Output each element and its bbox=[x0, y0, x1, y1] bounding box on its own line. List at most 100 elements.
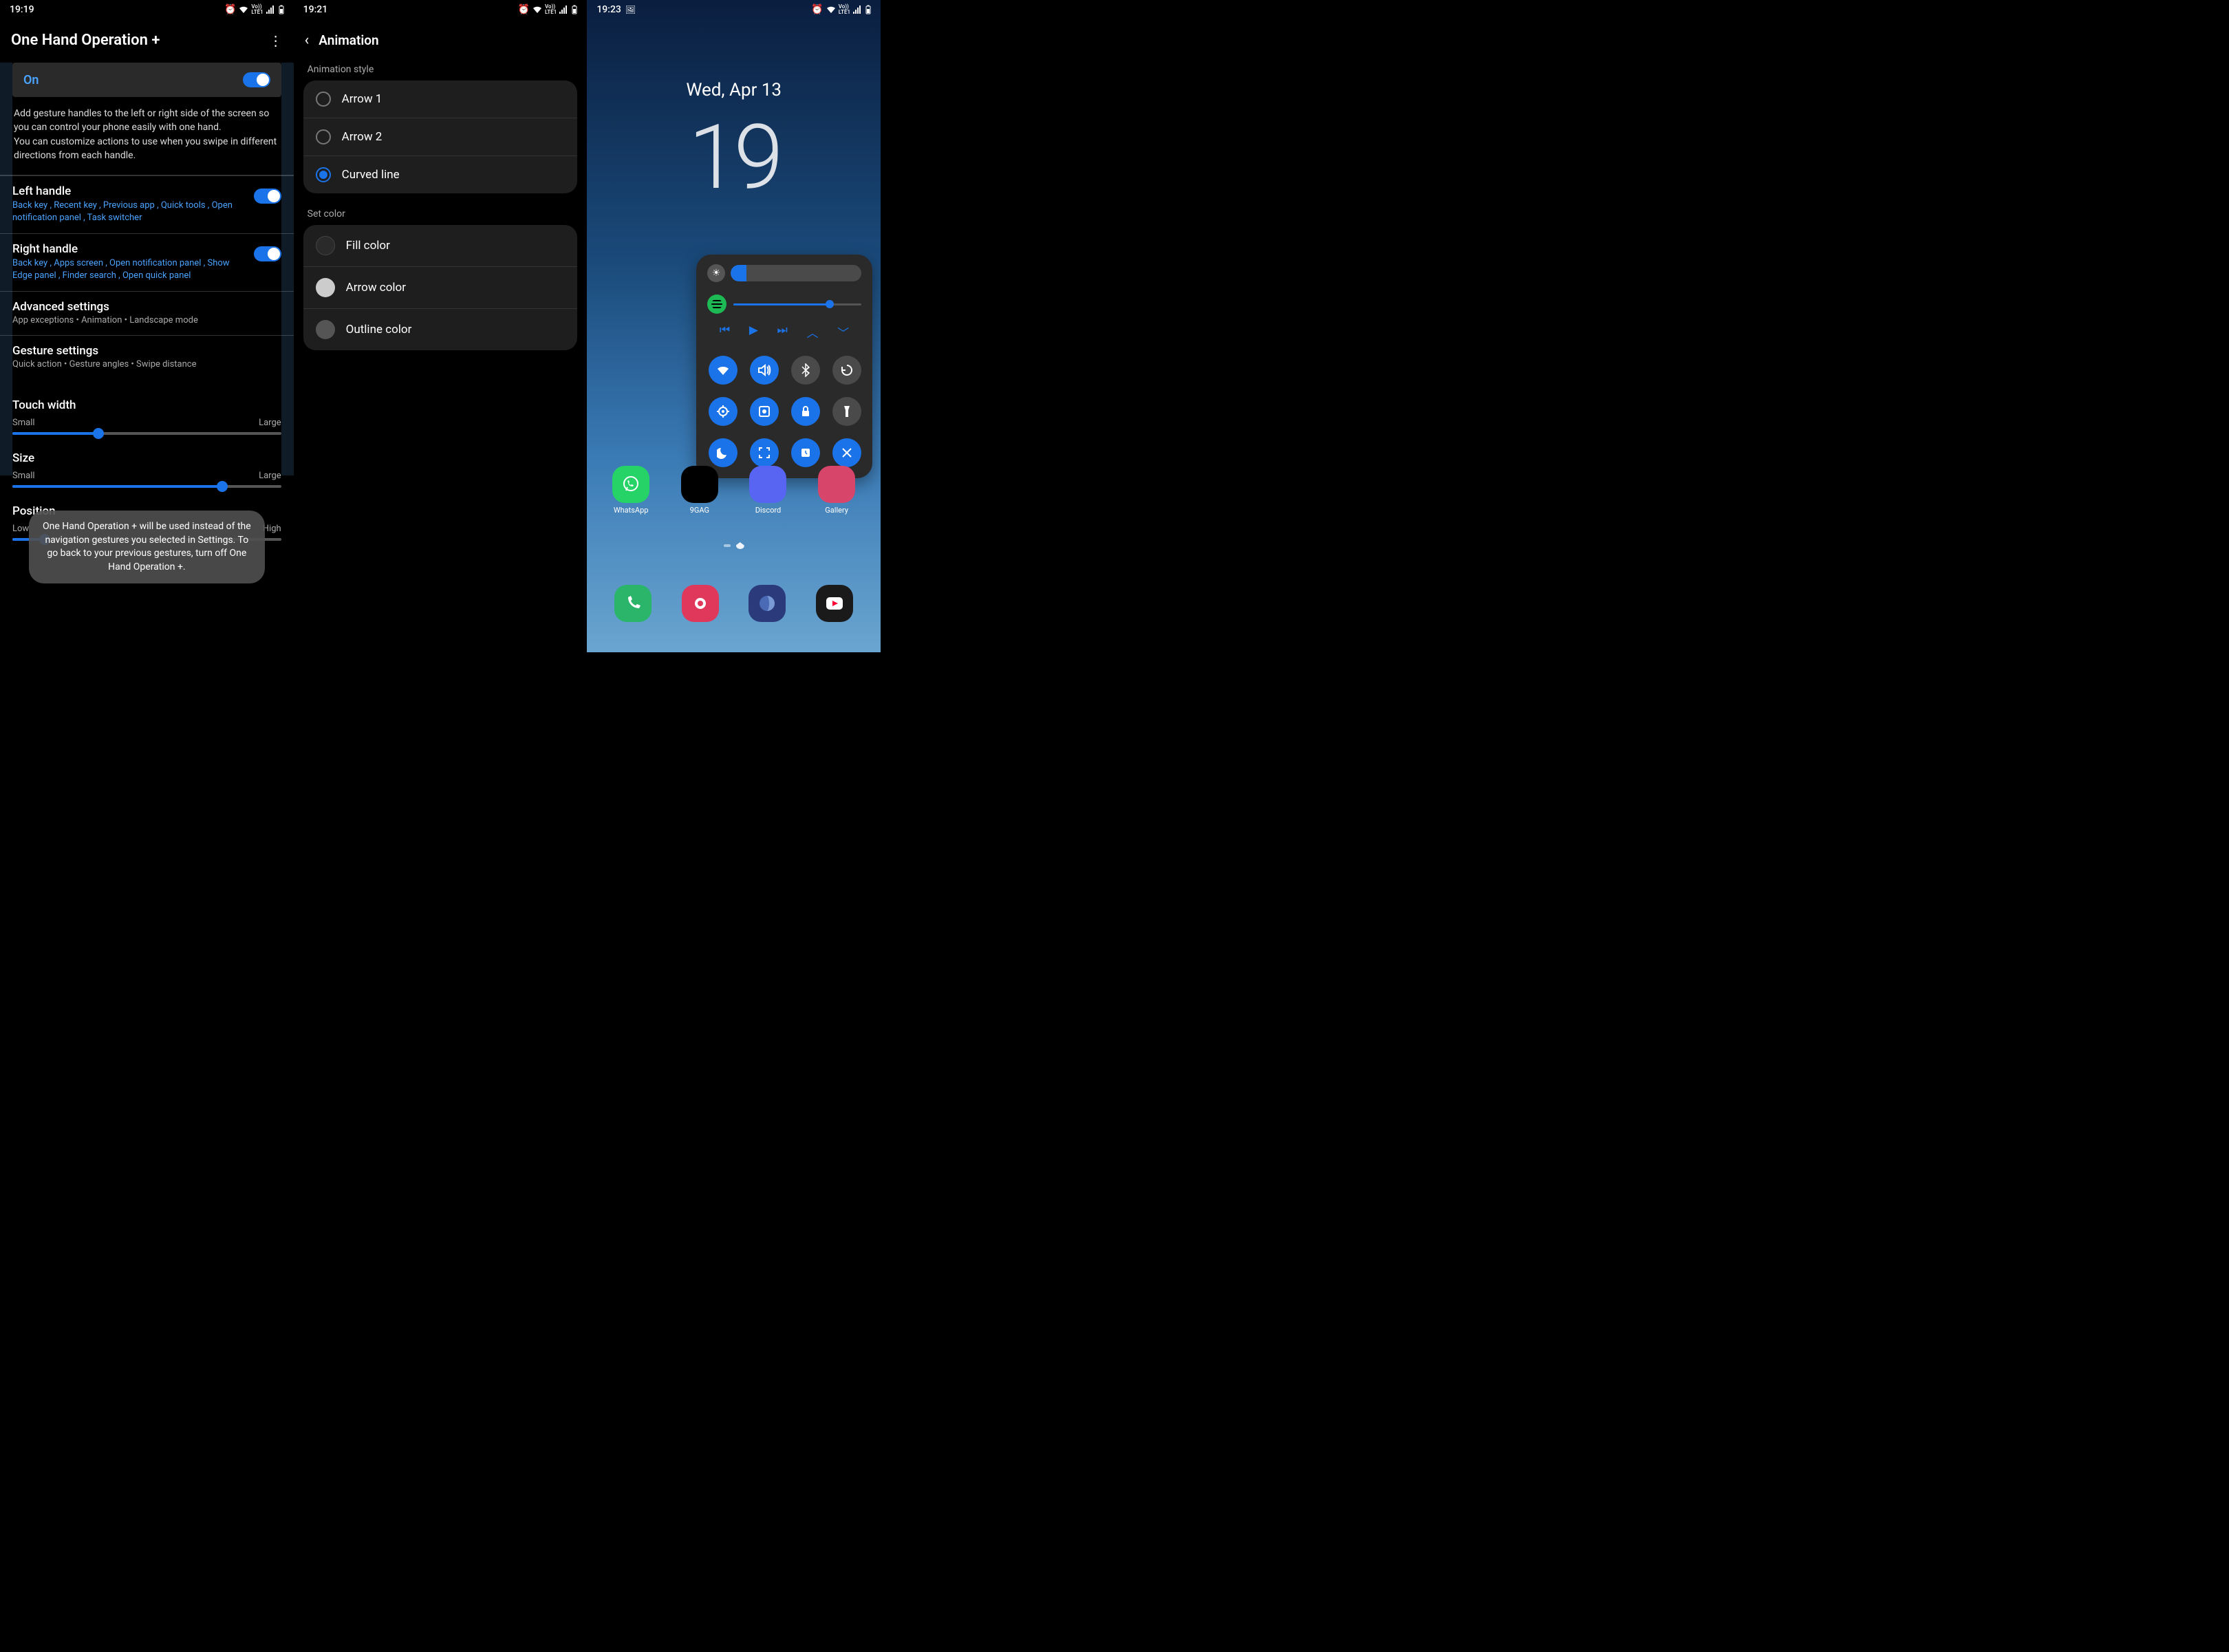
master-toggle-switch[interactable] bbox=[243, 72, 270, 87]
app-row: WhatsApp 9GAG Discord Gallery bbox=[587, 466, 881, 515]
page-indicator[interactable] bbox=[724, 542, 744, 549]
master-toggle-label: On bbox=[23, 73, 39, 87]
touch-width-title: Touch width bbox=[12, 398, 281, 412]
prev-track-icon[interactable]: ⏮ bbox=[720, 323, 730, 341]
gesture-settings-row[interactable]: Gesture settings Quick action • Gesture … bbox=[0, 335, 294, 379]
dnd-toggle[interactable] bbox=[709, 438, 737, 467]
radio-icon bbox=[316, 129, 331, 144]
toast-message: One Hand Operation + will be used instea… bbox=[29, 511, 265, 583]
homescreen-clock: 19 bbox=[587, 113, 881, 202]
dock-phone[interactable] bbox=[614, 585, 652, 622]
dock bbox=[587, 585, 881, 622]
advanced-subtitle: App exceptions • Animation • Landscape m… bbox=[12, 315, 274, 325]
status-bar: 19:23 🖼 ⏰ Vo))LTE1 bbox=[587, 0, 881, 19]
chevron-down-icon[interactable]: ﹀ bbox=[837, 323, 849, 341]
left-handle-toggle[interactable] bbox=[254, 189, 281, 204]
arrow-color-row[interactable]: Arrow color bbox=[303, 266, 578, 308]
right-edge-handle[interactable] bbox=[281, 63, 294, 475]
brightness-slider[interactable] bbox=[731, 265, 861, 281]
size-high: Large bbox=[259, 471, 281, 481]
color-label: Fill color bbox=[346, 239, 390, 253]
volte-icon: Vo))LTE1 bbox=[251, 4, 263, 15]
gesture-title: Gesture settings bbox=[12, 344, 274, 358]
left-handle-title: Left handle bbox=[12, 184, 247, 198]
app-discord[interactable]: Discord bbox=[747, 466, 788, 515]
bluetooth-toggle[interactable] bbox=[791, 356, 820, 385]
screen-home-quickpanel: 19:23 🖼 ⏰ Vo))LTE1 Wed, Apr 13 19 ☀ bbox=[587, 0, 881, 652]
more-menu-icon[interactable]: ⋮ bbox=[269, 32, 283, 49]
dock-browser[interactable] bbox=[749, 585, 786, 622]
dock-camera[interactable] bbox=[682, 585, 719, 622]
right-handle-toggle[interactable] bbox=[254, 246, 281, 261]
app-gallery[interactable]: Gallery bbox=[816, 466, 857, 515]
color-swatch bbox=[316, 278, 335, 297]
battery-icon bbox=[865, 5, 871, 14]
sound-toggle[interactable] bbox=[750, 356, 779, 385]
next-track-icon[interactable]: ⏭ bbox=[777, 323, 788, 341]
radio-label: Curved line bbox=[342, 168, 400, 182]
media-controls: ⏮ ▶ ⏭ ︿ ﹀ bbox=[703, 319, 865, 349]
status-icons: ⏰ Vo))LTE1 bbox=[224, 4, 284, 15]
touch-width-section: Touch width Small Large bbox=[0, 389, 294, 442]
radio-curved-line[interactable]: Curved line bbox=[303, 155, 578, 193]
master-toggle-row[interactable]: On bbox=[12, 63, 281, 97]
chevron-up-icon[interactable]: ︿ bbox=[807, 323, 819, 341]
image-icon: 🖼 bbox=[625, 5, 636, 14]
app-label: Gallery bbox=[825, 506, 848, 515]
position-high: High bbox=[263, 524, 281, 534]
quick-panel[interactable]: ☀ ⏮ ▶ ⏭ ︿ ﹀ bbox=[696, 255, 872, 478]
wifi-icon bbox=[532, 6, 542, 14]
screen-one-hand-operation: 19:19 ⏰ Vo))LTE1 One Hand Operation + ⋮ … bbox=[0, 0, 294, 652]
color-label: Outline color bbox=[346, 323, 412, 336]
status-icons: ⏰ Vo))LTE1 bbox=[518, 4, 578, 15]
size-slider[interactable] bbox=[12, 485, 281, 488]
rotate-toggle[interactable] bbox=[832, 356, 861, 385]
wifi-toggle[interactable] bbox=[709, 356, 737, 385]
status-icons: ⏰ Vo))LTE1 bbox=[811, 4, 871, 15]
radio-arrow-1[interactable]: Arrow 1 bbox=[303, 81, 578, 118]
screen-animation-settings: 19:21 ⏰ Vo))LTE1 ‹ Animation Animation s… bbox=[294, 0, 588, 652]
advanced-settings-row[interactable]: Advanced settings App exceptions • Anima… bbox=[0, 291, 294, 335]
status-bar: 19:21 ⏰ Vo))LTE1 bbox=[294, 0, 588, 19]
page-title: One Hand Operation + bbox=[11, 32, 160, 49]
left-handle-row[interactable]: Left handle Back key , Recent key , Prev… bbox=[0, 175, 294, 233]
outline-color-row[interactable]: Outline color bbox=[303, 308, 578, 350]
dock-youtube[interactable] bbox=[816, 585, 853, 622]
touch-width-slider[interactable] bbox=[12, 432, 281, 435]
color-swatch bbox=[316, 236, 335, 255]
app-9gag[interactable]: 9GAG bbox=[679, 466, 720, 515]
size-title: Size bbox=[12, 451, 281, 465]
radio-icon bbox=[316, 167, 331, 182]
app-label: WhatsApp bbox=[614, 506, 649, 515]
position-low: Low bbox=[12, 524, 29, 534]
play-icon[interactable]: ▶ bbox=[749, 323, 758, 341]
homescreen-date: Wed, Apr 13 bbox=[587, 80, 881, 100]
right-handle-row[interactable]: Right handle Back key , Apps screen , Op… bbox=[0, 233, 294, 291]
wifi-icon bbox=[826, 6, 836, 14]
app-whatsapp[interactable]: WhatsApp bbox=[610, 466, 652, 515]
lock-toggle[interactable] bbox=[791, 397, 820, 426]
signal-icon bbox=[853, 6, 863, 14]
screen-record-toggle[interactable] bbox=[750, 397, 779, 426]
signal-icon bbox=[559, 6, 569, 14]
screenshot-toggle[interactable] bbox=[750, 438, 779, 467]
radio-arrow-2[interactable]: Arrow 2 bbox=[303, 118, 578, 155]
brightness-icon: ☀ bbox=[707, 264, 725, 282]
spotify-icon[interactable] bbox=[707, 294, 726, 314]
left-handle-subtitle: Back key , Recent key , Previous app , Q… bbox=[12, 200, 247, 224]
location-toggle[interactable] bbox=[709, 397, 737, 426]
left-edge-handle[interactable] bbox=[0, 63, 12, 475]
flashlight-toggle[interactable] bbox=[832, 397, 861, 426]
brightness-row[interactable]: ☀ bbox=[703, 261, 865, 289]
advanced-title: Advanced settings bbox=[12, 300, 274, 314]
back-icon[interactable]: ‹ bbox=[305, 32, 310, 49]
quick-toggle-grid bbox=[703, 349, 865, 470]
app-label: 9GAG bbox=[690, 506, 709, 515]
media-progress-slider[interactable] bbox=[733, 303, 861, 305]
close-toggle[interactable] bbox=[832, 438, 861, 467]
size-low: Small bbox=[12, 471, 35, 481]
fill-color-row[interactable]: Fill color bbox=[303, 225, 578, 266]
alarm-icon: ⏰ bbox=[811, 4, 823, 15]
clock-toggle[interactable] bbox=[791, 438, 820, 467]
battery-icon bbox=[279, 5, 284, 14]
